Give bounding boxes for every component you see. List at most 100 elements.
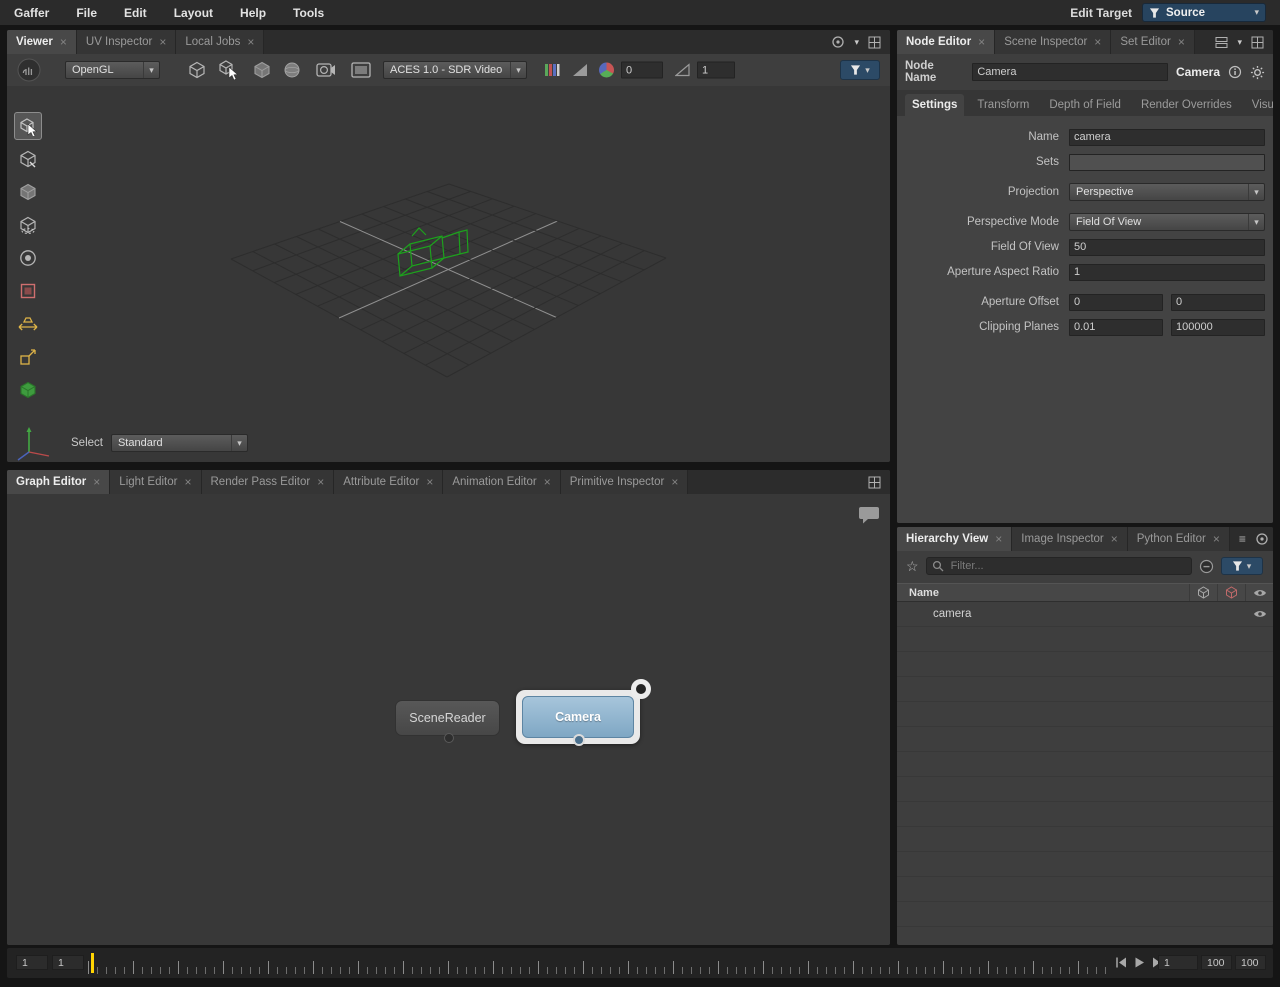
- node-name-input[interactable]: [972, 63, 1168, 81]
- chevron-down-icon[interactable]: ▾: [1237, 37, 1242, 48]
- tab-render-pass-editor[interactable]: Render Pass Editor ×: [202, 470, 335, 494]
- layout-grid-icon[interactable]: [1251, 36, 1264, 49]
- playhead[interactable]: [91, 953, 94, 973]
- close-tab-icon[interactable]: ×: [1178, 35, 1185, 49]
- tab-node-editor[interactable]: Node Editor ×: [897, 30, 995, 54]
- range-end-field[interactable]: [1235, 955, 1266, 970]
- render-pass-icon[interactable]: [351, 62, 371, 78]
- menu-help[interactable]: Help: [240, 6, 266, 20]
- panel-menu-icon[interactable]: ≡: [1239, 533, 1246, 545]
- gamma-ramp-icon[interactable]: [675, 64, 690, 77]
- tab-scene-inspector[interactable]: Scene Inspector ×: [995, 30, 1111, 54]
- filter-search-box[interactable]: [926, 557, 1192, 575]
- light-position-tool-button[interactable]: [14, 310, 42, 338]
- viewport-3d[interactable]: [7, 86, 890, 462]
- close-tab-icon[interactable]: ×: [159, 35, 166, 49]
- close-tab-icon[interactable]: ×: [978, 35, 985, 49]
- collapse-all-icon[interactable]: [1199, 559, 1214, 574]
- sphere-icon[interactable]: [283, 61, 301, 79]
- timeline-range-start-field[interactable]: [16, 955, 48, 970]
- clipping-near-field[interactable]: [1069, 319, 1163, 336]
- translate-tool-button[interactable]: [14, 145, 42, 173]
- section-tab-visual[interactable]: Visual: [1245, 94, 1273, 116]
- hierarchy-edit-scope-button[interactable]: ▾: [1221, 557, 1263, 575]
- section-tab-settings[interactable]: Settings: [905, 94, 964, 116]
- annotation-bubble-icon[interactable]: [858, 506, 880, 524]
- shading-mode-icon[interactable]: [187, 60, 207, 80]
- frame-end-field[interactable]: [1201, 955, 1232, 970]
- clipping-far-field[interactable]: [1171, 319, 1265, 336]
- close-tab-icon[interactable]: ×: [60, 35, 67, 49]
- layout-grid-icon[interactable]: [868, 476, 881, 489]
- inclusions-column-icon[interactable]: [1189, 584, 1217, 601]
- tab-viewer[interactable]: Viewer ×: [7, 30, 77, 54]
- selection-tool-button[interactable]: [14, 112, 42, 140]
- close-tab-icon[interactable]: ×: [247, 35, 254, 49]
- gear-icon[interactable]: [1250, 65, 1265, 80]
- node-output-port[interactable]: [573, 734, 585, 746]
- close-tab-icon[interactable]: ×: [317, 475, 324, 489]
- aperture-offset-x-field[interactable]: [1069, 294, 1163, 311]
- node-camera[interactable]: Camera: [522, 696, 634, 738]
- viewer-edit-scope-button[interactable]: ▾: [840, 60, 880, 80]
- node-graph-canvas[interactable]: SceneReader Camera: [7, 494, 890, 945]
- node-output-port[interactable]: [444, 733, 454, 743]
- node-scenereader[interactable]: SceneReader: [395, 700, 500, 736]
- close-tab-icon[interactable]: ×: [93, 475, 100, 489]
- close-tab-icon[interactable]: ×: [426, 475, 433, 489]
- select-mode-dropdown[interactable]: Standard ▾: [111, 434, 248, 452]
- tumble-control-icon[interactable]: [17, 58, 41, 82]
- target-menu-icon[interactable]: [1255, 532, 1269, 546]
- close-tab-icon[interactable]: ×: [1213, 532, 1220, 546]
- timeline-range-min-field[interactable]: [52, 955, 84, 970]
- tab-uv-inspector[interactable]: UV Inspector ×: [77, 30, 177, 54]
- projection-dropdown[interactable]: Perspective ▾: [1069, 183, 1265, 201]
- exposure-ramp-icon[interactable]: [572, 63, 588, 77]
- section-tab-transform[interactable]: Transform: [970, 94, 1036, 116]
- field-of-view-field[interactable]: [1069, 239, 1265, 256]
- row-visibility-icon[interactable]: [1246, 602, 1273, 626]
- menu-edit[interactable]: Edit: [124, 6, 147, 20]
- channels-icon[interactable]: [544, 62, 560, 78]
- menu-gaffer[interactable]: Gaffer: [14, 6, 49, 20]
- tab-attribute-editor[interactable]: Attribute Editor ×: [334, 470, 443, 494]
- close-tab-icon[interactable]: ×: [1111, 532, 1118, 546]
- node-plug[interactable]: [631, 679, 651, 699]
- info-icon[interactable]: [1228, 65, 1242, 79]
- look-through-tool-button[interactable]: [14, 343, 42, 371]
- tab-local-jobs[interactable]: Local Jobs ×: [176, 30, 264, 54]
- skip-to-start-button[interactable]: [1115, 957, 1127, 968]
- exclusions-column-icon[interactable]: [1217, 584, 1245, 601]
- gamma-input[interactable]: [697, 62, 735, 79]
- tab-python-editor[interactable]: Python Editor ×: [1128, 527, 1230, 551]
- filter-input[interactable]: [949, 559, 1186, 573]
- camera-tool-button[interactable]: [14, 244, 42, 272]
- play-button[interactable]: [1134, 957, 1145, 968]
- crop-window-tool-button[interactable]: [14, 277, 42, 305]
- tab-light-editor[interactable]: Light Editor ×: [110, 470, 201, 494]
- renderer-dropdown[interactable]: OpenGL ▾: [65, 61, 160, 79]
- name-column-header[interactable]: Name: [897, 587, 1189, 599]
- visibility-column-icon[interactable]: [1245, 584, 1273, 601]
- scale-tool-button[interactable]: [14, 211, 42, 239]
- section-tab-depth-of-field[interactable]: Depth of Field: [1042, 94, 1128, 116]
- tab-graph-editor[interactable]: Graph Editor ×: [7, 470, 110, 494]
- tab-set-editor[interactable]: Set Editor ×: [1111, 30, 1195, 54]
- exposure-input[interactable]: [621, 62, 663, 79]
- close-tab-icon[interactable]: ×: [184, 475, 191, 489]
- close-tab-icon[interactable]: ×: [1094, 35, 1101, 49]
- tab-hierarchy-view[interactable]: Hierarchy View ×: [897, 527, 1012, 551]
- star-icon[interactable]: ☆: [906, 559, 919, 573]
- target-menu-icon[interactable]: [831, 35, 845, 49]
- tab-image-inspector[interactable]: Image Inspector ×: [1012, 527, 1127, 551]
- aperture-offset-y-field[interactable]: [1171, 294, 1265, 311]
- menu-layout[interactable]: Layout: [174, 6, 213, 20]
- current-frame-field[interactable]: [1158, 955, 1198, 970]
- menu-file[interactable]: File: [76, 6, 97, 20]
- close-tab-icon[interactable]: ×: [544, 475, 551, 489]
- close-tab-icon[interactable]: ×: [671, 475, 678, 489]
- perspective-mode-dropdown[interactable]: Field Of View ▾: [1069, 213, 1265, 231]
- section-tab-render-overrides[interactable]: Render Overrides: [1134, 94, 1239, 116]
- hierarchy-row-camera[interactable]: camera: [897, 602, 1273, 627]
- layout-grid-icon[interactable]: [868, 36, 881, 49]
